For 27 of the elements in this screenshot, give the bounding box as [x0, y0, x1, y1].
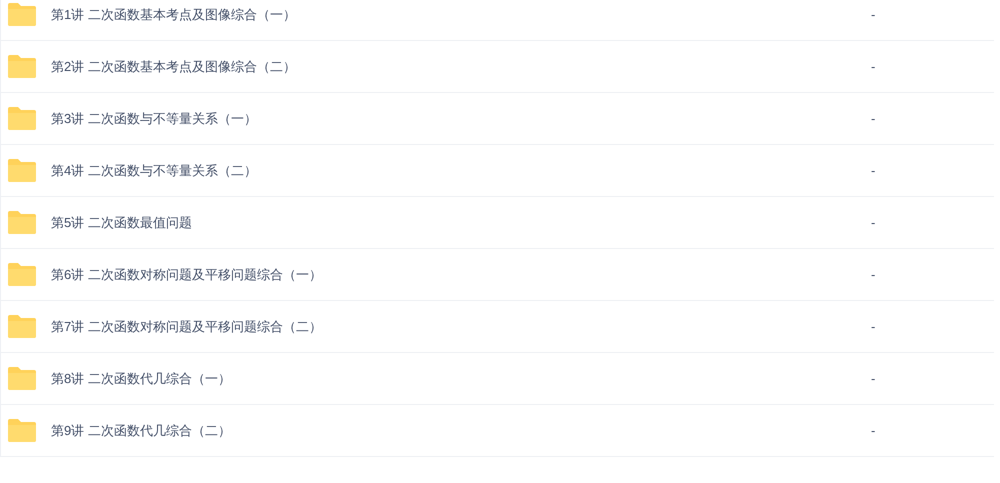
folder-name[interactable]: 第8讲 二次函数代几综合（一） [51, 368, 871, 388]
file-size: - [871, 318, 876, 336]
folder-name[interactable]: 第1讲 二次函数基本考点及图像综合（一） [51, 4, 871, 24]
file-size: - [871, 370, 876, 388]
folder-icon [7, 106, 37, 131]
file-size: - [871, 214, 876, 232]
file-size: - [871, 266, 876, 284]
folder-icon [7, 366, 37, 391]
folder-name[interactable]: 第2讲 二次函数基本考点及图像综合（二） [51, 56, 871, 76]
folder-name[interactable]: 第9讲 二次函数代几综合（二） [51, 420, 871, 440]
folder-icon [7, 314, 37, 339]
folder-name[interactable]: 第3讲 二次函数与不等量关系（一） [51, 108, 871, 128]
folder-icon [7, 2, 37, 27]
folder-name[interactable]: 第5讲 二次函数最值问题 [51, 212, 871, 232]
folder-icon [7, 158, 37, 183]
folder-icon [7, 262, 37, 287]
file-size: - [871, 162, 876, 180]
file-size: - [871, 422, 876, 440]
folder-name[interactable]: 第7讲 二次函数对称问题及平移问题综合（二） [51, 316, 871, 336]
folder-icon [7, 418, 37, 443]
file-size: - [871, 58, 876, 76]
folder-icon [7, 54, 37, 79]
folder-icon [7, 210, 37, 235]
file-size: - [871, 6, 876, 24]
file-size: - [871, 110, 876, 128]
folder-name[interactable]: 第4讲 二次函数与不等量关系（二） [51, 160, 871, 180]
folder-name[interactable]: 第6讲 二次函数对称问题及平移问题综合（一） [51, 264, 871, 284]
